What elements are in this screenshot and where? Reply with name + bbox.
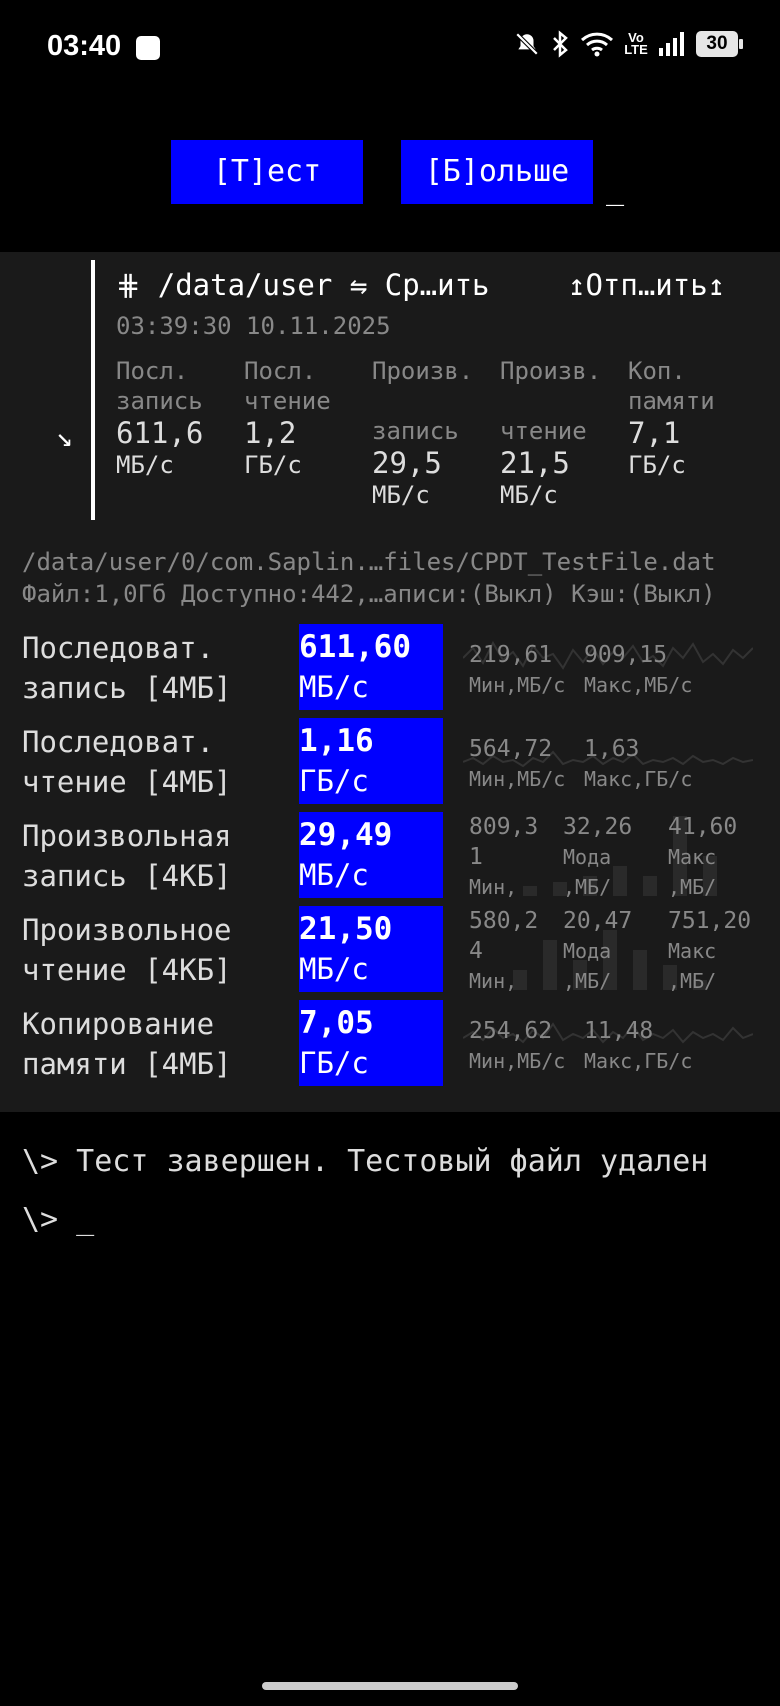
status-icons: Vo LTE 30 (514, 30, 743, 58)
battery-icon: 30 (696, 31, 743, 57)
summary-label: запись (116, 387, 203, 415)
result-row-rand-read: Произвольное чтение [4КБ] 21,50 МБ/с 580,… (0, 906, 780, 994)
result-value: 21,50 (299, 911, 393, 947)
result-stat: 32,26 Мода ,МБ/ (563, 814, 633, 899)
test-file-path: /data/user/0/com.Saplin.…files/CPDT_Test… (22, 548, 716, 576)
text-cursor: _ (606, 172, 625, 207)
summary-label: чтение (500, 417, 587, 445)
result-stat: 751,20 Макс ,МБ/ (668, 908, 752, 993)
summary-unit: МБ/с (500, 481, 558, 509)
summary-unit: ГБ/с (628, 451, 686, 479)
result-value: 1,16 (299, 723, 374, 759)
result-stat: 564,72 Мин,МБ/с (469, 736, 566, 791)
summary-col-mem-copy: Коп. памяти 7,1 ГБ/с (628, 356, 748, 480)
result-value-box: 611,60 МБ/с (299, 624, 443, 710)
summary-label: чтение (244, 387, 331, 415)
summary-date: 03:39:30 10.11.2025 (116, 312, 391, 340)
result-value-box: 1,16 ГБ/с (299, 718, 443, 804)
result-row-seq-write: Последоват. запись [4МБ] 611,60 МБ/с 219,… (0, 624, 780, 712)
result-stat: 909,15 Макс,МБ/с (584, 642, 693, 697)
test-button[interactable]: [Т]ест (171, 140, 363, 204)
result-stat: 809,3 1 Мин, (469, 814, 539, 899)
summary-col-seq-write: Посл. запись 611,6 МБ/с (116, 356, 236, 480)
result-row-rand-write: Произвольная запись [4КБ] 29,49 МБ/с 809,… (0, 812, 780, 900)
result-row-mem-copy: Копирование памяти [4МБ] 7,05 ГБ/с 254,62… (0, 1000, 780, 1088)
more-button[interactable]: [Б]ольше (401, 140, 593, 204)
compare-link[interactable]: ⋕ /data/user ⇋ Ср…ить (116, 268, 490, 302)
result-row-seq-read: Последоват. чтение [4МБ] 1,16 ГБ/с 564,72… (0, 718, 780, 806)
result-unit: ГБ/с (299, 1046, 369, 1080)
result-unit: МБ/с (299, 670, 369, 704)
notification-app-icon (136, 36, 160, 60)
console-line: \> Тест завершен. Тестовый файл удален (22, 1144, 709, 1179)
summary-value: 611,6 (116, 416, 204, 450)
result-value: 29,49 (299, 817, 393, 853)
summary-label: Произв. (500, 357, 602, 385)
summary-value: 1,2 (244, 416, 297, 450)
result-name: Копирование памяти [4МБ] (22, 1007, 232, 1081)
signal-icon (659, 32, 684, 56)
summary-label: Произв. (372, 357, 474, 385)
result-stat: 1,63 Макс,ГБ/с (584, 736, 693, 791)
result-unit: ГБ/с (299, 764, 369, 798)
summary-value: 29,5 (372, 446, 442, 480)
home-indicator[interactable] (262, 1682, 518, 1690)
summary-label: памяти (628, 387, 715, 415)
result-unit: МБ/с (299, 858, 369, 892)
result-stat: 254,62 Мин,МБ/с (469, 1018, 566, 1073)
collapse-arrow-icon[interactable]: ↘ (56, 420, 73, 453)
status-bar: 03:40 Vo LTE 30 (0, 0, 780, 96)
summary-label: Коп. (628, 357, 686, 385)
summary-unit: МБ/с (116, 451, 174, 479)
result-unit: МБ/с (299, 952, 369, 986)
summary-label: запись (372, 417, 459, 445)
result-value-box: 29,49 МБ/с (299, 812, 443, 898)
summary-unit: МБ/с (372, 481, 430, 509)
result-name: Последоват. чтение [4МБ] (22, 725, 232, 799)
result-name: Произвольная запись [4КБ] (22, 819, 232, 893)
result-value-box: 21,50 МБ/с (299, 906, 443, 992)
result-stat: 41,60 Макс ,МБ/ (668, 814, 738, 899)
result-stat: 11,48 Макс,ГБ/с (584, 1018, 693, 1073)
result-value-box: 7,05 ГБ/с (299, 1000, 443, 1086)
summary-label: Посл. (244, 357, 317, 385)
console-prompt[interactable]: \> _ (22, 1202, 94, 1237)
summary-col-rand-write: Произв. запись 29,5 МБ/с (372, 356, 492, 510)
summary-col-seq-read: Посл. чтение 1,2 ГБ/с (244, 356, 364, 480)
result-name: Последоват. запись [4МБ] (22, 631, 232, 705)
summary-header: ⋕ /data/user ⇋ Ср…ить ↥Отп…ить↥ (116, 268, 725, 302)
result-stat: 580,2 4 Мин, (469, 908, 539, 993)
mute-icon (515, 32, 539, 56)
summary-label: Посл. (116, 357, 189, 385)
summary-divider (91, 260, 95, 520)
summary-value: 7,1 (628, 416, 681, 450)
summary-unit: ГБ/с (244, 451, 302, 479)
result-value: 7,05 (299, 1005, 374, 1041)
result-stat: 20,47 Мода ,МБ/ (563, 908, 633, 993)
bluetooth-icon (553, 30, 568, 58)
result-stat: 219,61 Мин,МБ/с (469, 642, 566, 697)
send-link[interactable]: ↥Отп…ить↥ (568, 268, 725, 302)
result-value: 611,60 (299, 629, 411, 665)
volte-icon: Vo LTE (624, 30, 648, 57)
clock: 03:40 (47, 30, 122, 62)
wifi-icon (580, 32, 614, 57)
result-name: Произвольное чтение [4КБ] (22, 913, 232, 987)
summary-col-rand-read: Произв. чтение 21,5 МБ/с (500, 356, 620, 510)
test-file-info: Файл:1,0Гб Доступно:442,…аписи:(Выкл) Кэ… (22, 580, 716, 608)
summary-value: 21,5 (500, 446, 570, 480)
